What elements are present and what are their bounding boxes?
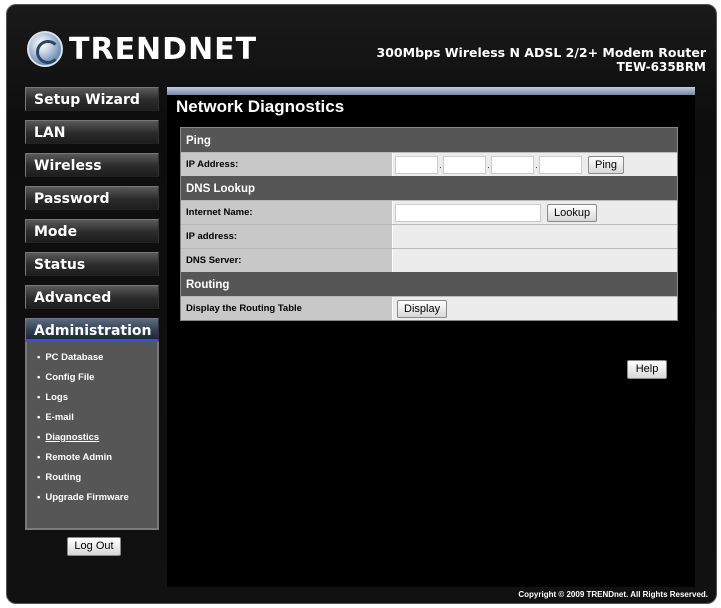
- submenu-config-file[interactable]: • Config File: [27, 372, 157, 392]
- bullet-icon: •: [37, 392, 41, 403]
- bullet-icon: •: [37, 352, 41, 363]
- submenu-pc-database[interactable]: • PC Database: [27, 352, 157, 372]
- ip-octet-4-input[interactable]: [539, 155, 582, 174]
- logout-button[interactable]: Log Out: [67, 537, 121, 556]
- internet-name-value: Lookup: [393, 201, 677, 224]
- dns-ip-value: [393, 225, 677, 248]
- trendnet-logo-icon: [27, 31, 63, 67]
- submenu-upgrade-firmware[interactable]: • Upgrade Firmware: [27, 492, 157, 512]
- product-model: TEW-635BRM: [616, 60, 706, 74]
- bullet-icon: •: [37, 372, 41, 383]
- nav-advanced[interactable]: Advanced: [25, 285, 159, 309]
- routing-table-value: Display: [393, 297, 677, 320]
- dns-server-label: DNS Server:: [181, 249, 393, 272]
- dns-server-value: [393, 249, 677, 272]
- submenu-logs[interactable]: • Logs: [27, 392, 157, 412]
- lookup-button[interactable]: Lookup: [547, 203, 598, 222]
- header: TRENDNET 300Mbps Wireless N ADSL 2/2+ Mo…: [7, 5, 716, 83]
- internet-name-label: Internet Name:: [181, 201, 393, 224]
- administration-submenu: • PC Database • Config File • Logs • E-mail …: [25, 342, 159, 530]
- app-frame: TRENDNET 300Mbps Wireless N ADSL 2/2+ Mo…: [6, 4, 717, 604]
- help-button[interactable]: Help: [627, 360, 667, 379]
- nav-setup-wizard[interactable]: Setup Wizard: [25, 87, 159, 111]
- dns-ip-label: IP address:: [181, 225, 393, 248]
- bullet-icon: •: [37, 492, 41, 503]
- dns-ip-row: IP address:: [181, 224, 677, 248]
- submenu-email[interactable]: • E-mail: [27, 412, 157, 432]
- bullet-icon: •: [37, 452, 41, 463]
- ip-octet-2-input[interactable]: [443, 155, 486, 174]
- nav-mode[interactable]: Mode: [25, 219, 159, 243]
- product-info: 300Mbps Wireless N ADSL 2/2+ Modem Route…: [377, 45, 706, 74]
- routing-section-header: Routing: [181, 272, 677, 296]
- bullet-icon: •: [37, 412, 41, 423]
- nav-administration[interactable]: Administration: [25, 318, 159, 342]
- nav-wireless[interactable]: Wireless: [25, 153, 159, 177]
- routing-row: Display the Routing Table Display: [181, 296, 677, 320]
- internet-name-input[interactable]: [395, 203, 541, 222]
- nav-password[interactable]: Password: [25, 186, 159, 210]
- sidebar: Setup Wizard LAN Wireless Password Mode …: [25, 87, 159, 556]
- ping-ip-row: IP Address: . . . Ping: [181, 152, 677, 176]
- copyright-footer: Copyright © 2009 TRENDnet. All Rights Re…: [518, 590, 708, 599]
- dns-server-row: DNS Server:: [181, 248, 677, 272]
- nav-lan[interactable]: LAN: [25, 120, 159, 144]
- display-button[interactable]: Display: [397, 299, 448, 318]
- ip-octet-1-input[interactable]: [395, 155, 438, 174]
- diagnostics-table: Ping IP Address: . . . Ping DNS Lookup I…: [180, 127, 678, 321]
- ping-section-header: Ping: [181, 128, 677, 152]
- submenu-remote-admin[interactable]: • Remote Admin: [27, 452, 157, 472]
- dns-name-row: Internet Name: Lookup: [181, 200, 677, 224]
- product-description: 300Mbps Wireless N ADSL 2/2+ Modem Route…: [376, 45, 706, 60]
- dns-section-header: DNS Lookup: [181, 176, 677, 200]
- ping-ip-label: IP Address:: [181, 153, 393, 176]
- bullet-icon: •: [37, 432, 41, 443]
- ping-ip-value: . . . Ping: [393, 153, 677, 176]
- content-top-bar: [167, 87, 695, 95]
- bullet-icon: •: [37, 472, 41, 483]
- submenu-diagnostics[interactable]: • Diagnostics: [27, 432, 157, 452]
- nav-status[interactable]: Status: [25, 252, 159, 276]
- ip-octet-3-input[interactable]: [491, 155, 534, 174]
- ping-button[interactable]: Ping: [588, 155, 625, 174]
- page-title: Network Diagnostics: [176, 97, 345, 116]
- brand-logo: TRENDNET: [27, 29, 257, 69]
- brand-name: TRENDNET: [69, 31, 258, 67]
- main-content: Network Diagnostics Ping IP Address: . .…: [167, 87, 695, 587]
- routing-table-label: Display the Routing Table: [181, 297, 393, 320]
- submenu-routing[interactable]: • Routing: [27, 472, 157, 492]
